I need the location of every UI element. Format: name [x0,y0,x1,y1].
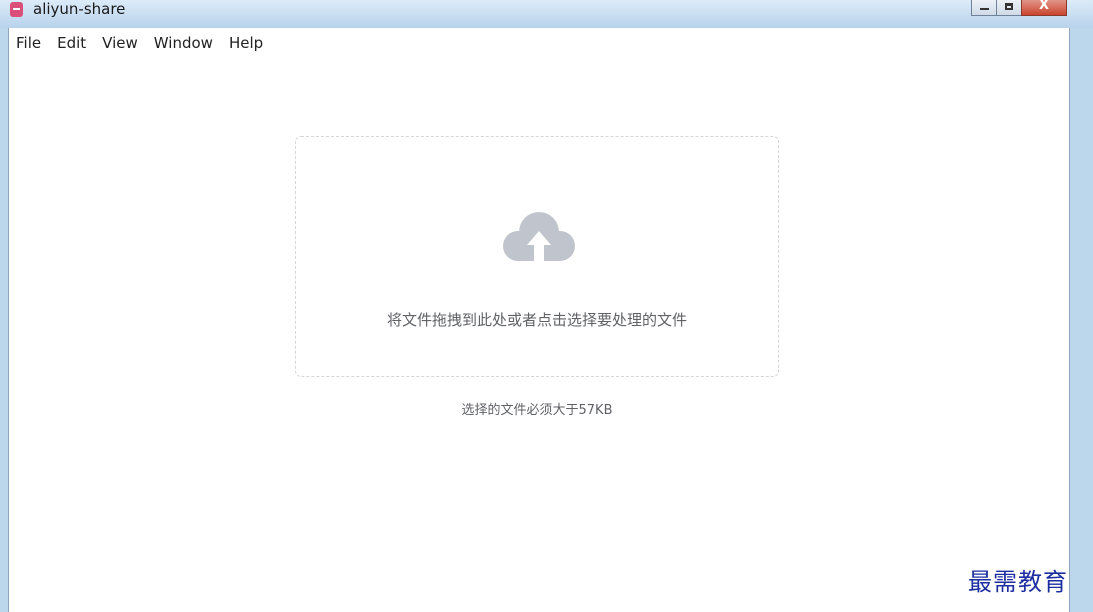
title-bar[interactable]: aliyun-share X [0,0,1093,28]
upload-dropzone[interactable]: 将文件拖拽到此处或者点击选择要处理的文件 [295,136,779,377]
dropzone-instruction: 将文件拖拽到此处或者点击选择要处理的文件 [386,311,687,329]
cloud-upload-icon [503,212,575,261]
minimize-icon [980,8,989,10]
menu-help[interactable]: Help [229,34,263,52]
window-title: aliyun-share [33,0,126,18]
menu-bar: File Edit View Window Help [9,28,279,58]
watermark: 最需教育 [968,568,1068,596]
window-controls: X [971,0,1067,16]
maximize-icon [1005,3,1013,10]
close-icon: X [1038,0,1050,13]
close-button[interactable]: X [1021,0,1067,16]
app-window-content: File Edit View Window Help 将文件拖拽到此处或者点击选… [8,28,1070,612]
minimize-button[interactable] [971,0,997,16]
app-icon [10,2,23,17]
menu-edit[interactable]: Edit [57,34,86,52]
menu-window[interactable]: Window [154,34,213,52]
menu-view[interactable]: View [102,34,138,52]
maximize-button[interactable] [996,0,1022,16]
file-size-hint: 选择的文件必须大于57KB [461,403,613,418]
menu-file[interactable]: File [16,34,41,52]
